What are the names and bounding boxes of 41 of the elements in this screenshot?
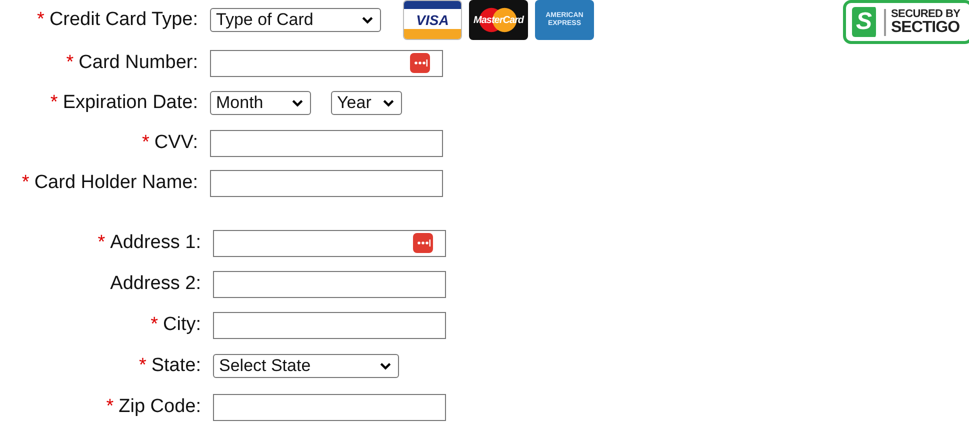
dropdown-select[interactable]: Year (331, 91, 402, 115)
badge-text: SECURED BY (891, 8, 960, 20)
field-label: CVV: (154, 132, 198, 153)
input-field[interactable] (213, 312, 446, 338)
input-field[interactable] (210, 170, 443, 196)
badge-logo: S (852, 7, 878, 37)
field-label: Address 1: (110, 232, 201, 253)
field-label: Expiration Date: (62, 92, 198, 113)
card-logo: VISA (403, 0, 462, 40)
chevron-icon (383, 99, 394, 107)
required-asterisk: * (66, 52, 74, 73)
required-asterisk: * (138, 355, 146, 376)
field-label: Credit Card Type: (49, 9, 198, 30)
field-label: Card Number: (78, 52, 198, 73)
input-field[interactable] (213, 230, 446, 256)
field-label: State: (151, 355, 201, 376)
input-field[interactable] (213, 394, 446, 420)
card-logo: MasterCard (469, 0, 528, 40)
field-label: City: (163, 314, 201, 335)
field-label: Card Holder Name: (34, 172, 198, 193)
dropdown-select[interactable]: Month (210, 91, 311, 115)
input-field[interactable] (213, 270, 446, 298)
badge-brand: SECTIGO (891, 20, 960, 36)
chevron-icon (362, 16, 373, 24)
required-asterisk: * (142, 132, 150, 153)
chevron-icon (380, 362, 391, 370)
field-label: Address 2: (110, 273, 201, 294)
password-manager-icon[interactable] (413, 233, 433, 253)
field-label: Zip Code: (118, 396, 201, 417)
required-asterisk: * (22, 172, 30, 193)
dropdown-select[interactable]: Select State (213, 354, 399, 378)
dropdown-select[interactable]: Type of Card (210, 8, 381, 32)
required-asterisk: * (98, 232, 106, 253)
input-field[interactable] (210, 50, 443, 76)
required-asterisk: * (150, 314, 158, 335)
input-field[interactable] (210, 130, 443, 156)
chevron-icon (292, 99, 303, 107)
required-asterisk: * (37, 9, 44, 30)
required-asterisk: * (50, 92, 58, 113)
required-asterisk: * (106, 396, 114, 417)
password-manager-icon[interactable] (410, 53, 430, 73)
